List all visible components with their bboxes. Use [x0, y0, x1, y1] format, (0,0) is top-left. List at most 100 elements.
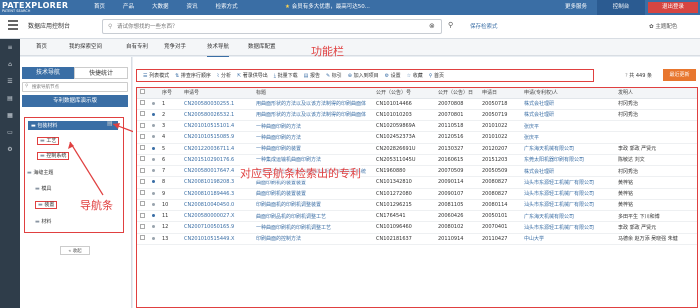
row-index: 6 [159, 154, 181, 167]
status-dot [149, 165, 159, 178]
table-header-row: 序号 申请号 标题 公开（公告）号 公开（公告）日 申请日 申请(专利权)人 发… [137, 88, 697, 99]
app-date: 20050718 [479, 98, 521, 110]
app-number[interactable]: CN201010515085.9 [181, 131, 253, 144]
sort-button[interactable]: ⇅ 排查序行顺序 [175, 72, 211, 79]
row-checkbox[interactable] [137, 210, 149, 223]
app-number[interactable]: CN200580030255.1 [181, 98, 253, 110]
header-pub-date[interactable]: 公开（公告）日 [435, 88, 479, 99]
tag-button[interactable]: ✎ 标引 [326, 72, 342, 79]
app-number[interactable]: CN200810040450.0 [181, 199, 253, 212]
row-checkbox[interactable] [137, 176, 149, 189]
table-row[interactable]: 12 CN200710050165.9 一种曲面印刷机的印刷机调整工艺 CN10109… [137, 221, 697, 234]
applicant: 广东海天机械有限公司 [521, 143, 615, 155]
table-row[interactable]: 9 CN200810189446.3 曲面印刷机的装置装置 CN101272080 20… [137, 188, 697, 200]
patent-title[interactable]: 一种曲面印刷的方法 [253, 120, 373, 133]
app-number[interactable]: CN200580000027.X [181, 210, 253, 223]
pub-date: 20090107 [435, 188, 479, 200]
result-count-text: 共 449 条 [629, 73, 652, 79]
add-to-project-button[interactable]: ⊕ 加入到项目 [348, 72, 379, 79]
patent-title[interactable]: 曲面印刷机的装置装置 [253, 188, 373, 200]
status-dot [149, 210, 159, 223]
status-dot [149, 188, 159, 200]
pub-number: CN101010203 [373, 109, 435, 122]
row-checkbox[interactable] [137, 109, 149, 122]
pub-number: CN101014466 [373, 98, 435, 110]
header-title[interactable]: 标题 [253, 88, 373, 99]
table-row[interactable]: 6 CN201510290176.6 一种集成运输机曲面印刷方法 CN20531104… [137, 154, 697, 167]
favorite-button[interactable]: ☆ 收藏 [407, 72, 423, 79]
pub-number: CN1764541 [373, 210, 435, 223]
row-checkbox[interactable] [137, 154, 149, 167]
table-row[interactable]: 7CN200580017647.4利用了改善型印刷机的曲面的印刷方法和控制系统C… [137, 165, 697, 178]
patent-title[interactable]: 一种曲面印刷的方法 [253, 131, 373, 144]
applicant: 汕头市东源轻工机械厂有限公司 [521, 199, 615, 212]
app-number[interactable]: CN200580026532.1 [181, 109, 253, 122]
status-dot [149, 176, 159, 189]
patent-title[interactable]: 用曲面形状的方法以及以该方法制得的印刷曲面体 [253, 109, 373, 122]
main-content: ☰ 列表模式 ⇅ 排查序行顺序 ⌇ 分析 ⇱ 著录供导出 ⤓ 批量下载 ▤ 报告… [133, 57, 700, 308]
table-row[interactable]: 5 CN201220036711.4 一种曲面印刷的装置 CN202826691U 20… [137, 143, 697, 155]
row-checkbox[interactable] [137, 165, 149, 178]
patent-title[interactable]: 一种曲面印刷的装置 [253, 143, 373, 155]
select-all-checkbox[interactable] [137, 88, 149, 99]
help-icon[interactable]: ? [625, 73, 628, 79]
table-row[interactable]: 2 CN200580026532.1 用曲面形状的方法以及以该方法制得的印刷曲面体 C… [137, 109, 697, 122]
app-number[interactable]: CN201220036711.4 [181, 143, 253, 155]
patent-title[interactable]: 一种集成运输机曲面印刷方法 [253, 154, 373, 167]
table-row[interactable]: 4 CN201010515085.9 一种曲面印刷的方法 CN102452373A 20… [137, 131, 697, 144]
chart-icon: ⌇ [216, 73, 220, 79]
list-mode-button[interactable]: ☰ 列表模式 [143, 72, 169, 79]
patent-title[interactable]: 用曲面形状的方法以及以该方法制得的印刷曲面体 [253, 98, 373, 110]
pub-number: CN102181637 [373, 233, 435, 245]
pub-date: 20130327 [435, 143, 479, 155]
inventor: 马德余 赵万添 吴晓强 朱健 [615, 233, 697, 245]
row-checkbox[interactable] [137, 143, 149, 155]
app-date: 20080827 [479, 188, 521, 200]
row-checkbox[interactable] [137, 221, 149, 234]
table-row[interactable]: 1 CN200580030255.1 用曲面形状的方法以及以该方法制得的印刷曲面体 C… [137, 98, 697, 110]
homepage-button[interactable]: ⚲ 首页 [429, 72, 444, 79]
app-number[interactable]: CN201010515101.4 [181, 120, 253, 133]
app-number[interactable]: CN201510290176.6 [181, 154, 253, 167]
table-row[interactable]: 11 CN200580000027.X 曲面印刷品机的印刷机调整工艺 CN176454… [137, 210, 697, 223]
app-number[interactable]: CN201010515449.X [181, 233, 253, 245]
row-checkbox[interactable] [137, 131, 149, 144]
row-checkbox[interactable] [137, 233, 149, 245]
status-dot [149, 154, 159, 167]
patent-title[interactable]: 一种曲面印刷机的印刷机调整工艺 [253, 221, 373, 234]
inventor [615, 120, 697, 133]
header-inventor[interactable]: 发明人 [615, 88, 697, 99]
app-number[interactable]: CN200810189446.3 [181, 188, 253, 200]
pub-date: 20080102 [435, 221, 479, 234]
patent-table: 序号 申请号 标题 公开（公告）号 公开（公告）日 申请日 申请(专利权)人 发… [137, 88, 697, 245]
pub-date: 20070509 [435, 165, 479, 178]
patent-title[interactable]: 曲面印刷品机的印刷机调整工艺 [253, 210, 373, 223]
row-checkbox[interactable] [137, 199, 149, 212]
header-pub-number[interactable]: 公开（公告）号 [373, 88, 435, 99]
recent-update-button[interactable]: 最近更新 [663, 69, 696, 81]
table-row[interactable]: 10 CN200810040450.0 印刷曲面机的印刷机调整装置 CN1012962… [137, 199, 697, 212]
table-row[interactable]: 8 CN200810198208.3 曲面印刷机的装置装置 CN101342810 20… [137, 176, 697, 189]
tree-arrowhead [113, 123, 120, 129]
analysis-button[interactable]: ⌇ 分析 [217, 72, 231, 79]
patent-title[interactable]: 印刷曲面机的印刷机调整装置 [253, 199, 373, 212]
status-dot [149, 109, 159, 122]
app-number[interactable]: CN200710050165.9 [181, 221, 253, 234]
row-checkbox[interactable] [137, 98, 149, 110]
app-date: 20050101 [479, 210, 521, 223]
header-index[interactable]: 序号 [159, 88, 181, 99]
table-row[interactable]: 3 CN201010515101.4 一种曲面印刷的方法 CN102059869A 20… [137, 120, 697, 133]
status-dot [149, 143, 159, 155]
table-row[interactable]: 13 CN201010515449.X 印刷曲面的控制方法 CN102181637 20… [137, 233, 697, 245]
patent-title[interactable]: 印刷曲面的控制方法 [253, 233, 373, 245]
export-button[interactable]: ⇱ 著录供导出 [237, 72, 268, 79]
header-applicant[interactable]: 申请(专利权)人 [521, 88, 615, 99]
row-checkbox[interactable] [137, 120, 149, 133]
report-button[interactable]: ▤ 报告 [304, 72, 320, 79]
header-app-number[interactable]: 申请号 [181, 88, 253, 99]
header-app-date[interactable]: 申请日 [479, 88, 521, 99]
row-checkbox[interactable] [137, 188, 149, 200]
settings-button[interactable]: ⚙ 设置 [385, 72, 401, 79]
applicant: 汕头市东源轻工机械厂有限公司 [521, 176, 615, 189]
batch-download-button[interactable]: ⤓ 批量下载 [274, 72, 298, 79]
